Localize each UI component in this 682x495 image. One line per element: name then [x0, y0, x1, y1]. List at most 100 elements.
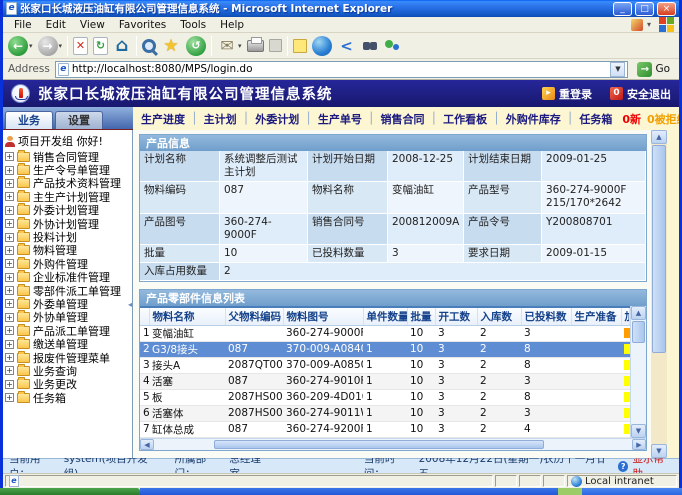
maximize-button[interactable]: □ [635, 2, 654, 16]
expand-icon[interactable]: + [5, 380, 14, 389]
col-1[interactable]: 物料名称 [149, 307, 225, 325]
scroll-up-icon[interactable]: ▲ [631, 306, 646, 320]
scroll-down-icon[interactable]: ▼ [631, 424, 646, 438]
parts-hscrollbar[interactable]: ◀ ▶ [140, 438, 646, 450]
col-5[interactable]: 批量 [407, 307, 435, 325]
table-row[interactable]: 2G3/8接头087370-009-A084011032820 % [140, 341, 630, 357]
expand-icon[interactable]: + [5, 326, 14, 335]
table-row[interactable]: 6活塞体2087HS002360-274-9011W11032320 % [140, 405, 630, 421]
expand-icon[interactable]: + [5, 206, 14, 215]
expand-icon[interactable]: + [5, 246, 14, 255]
address-dropdown-icon[interactable]: ▼ [610, 62, 625, 77]
col-8[interactable]: 已投料数 [521, 307, 571, 325]
col-3[interactable]: 物料图号 [283, 307, 363, 325]
tab-业务[interactable]: 业务 [5, 111, 53, 129]
expand-icon[interactable]: + [5, 286, 14, 295]
scroll-up-icon[interactable]: ▲ [651, 130, 667, 144]
table-row[interactable]: 3接头A2087QT002370-009-A085011032820 % [140, 357, 630, 373]
expand-icon[interactable]: + [5, 259, 14, 268]
forward-button[interactable]: →▾ [38, 36, 63, 56]
quill-button[interactable]: < [337, 36, 357, 56]
url-text[interactable]: http://localhost:8080/MPS/login.do [72, 63, 608, 75]
splitter-collapse-icon[interactable]: ◂ [128, 300, 132, 309]
windows-taskbar[interactable] [0, 488, 682, 495]
tree-root[interactable]: 项目开发组 你好! [3, 132, 132, 150]
table-row[interactable]: 5板2087HS002360-209-4D01011032820 % [140, 389, 630, 405]
menu-tools[interactable]: Tools [173, 19, 213, 31]
close-button[interactable]: × [657, 2, 676, 16]
expand-icon[interactable]: + [5, 219, 14, 228]
menu-favorites[interactable]: Favorites [112, 19, 173, 31]
research-button[interactable] [362, 40, 378, 52]
expand-icon[interactable]: + [5, 233, 14, 242]
dropdown-icon[interactable]: ▾ [238, 42, 242, 50]
messenger-button[interactable] [383, 36, 401, 56]
minimize-button[interactable]: _ [613, 2, 632, 16]
expand-icon[interactable]: + [5, 273, 14, 282]
start-button[interactable] [0, 488, 140, 495]
nav-item-3[interactable]: 外委计划 [255, 111, 299, 127]
nav-item-4[interactable]: 生产单号 [318, 111, 362, 127]
addon-icon[interactable] [631, 19, 643, 31]
expand-icon[interactable]: + [5, 192, 14, 201]
col-9[interactable]: 生产准备 [571, 307, 621, 325]
menu-file[interactable]: File [7, 19, 39, 31]
note-button[interactable] [293, 39, 307, 53]
expand-icon[interactable]: + [5, 340, 14, 349]
expand-icon[interactable]: + [5, 179, 14, 188]
tree-item-19[interactable]: +任务箱 [3, 391, 132, 404]
nav-item-1[interactable]: 生产进度 [141, 111, 185, 127]
dropdown-icon[interactable]: ▾ [59, 42, 63, 50]
nav-item-5[interactable]: 销售合同 [381, 111, 425, 127]
col-7[interactable]: 入库数 [477, 307, 521, 325]
address-field[interactable]: e http://localhost:8080/MPS/login.do ▼ [55, 61, 629, 78]
go-button[interactable]: → Go [633, 62, 674, 77]
expand-icon[interactable]: + [5, 353, 14, 362]
scroll-down-icon[interactable]: ▼ [651, 444, 667, 458]
tab-设置[interactable]: 设置 [55, 111, 103, 129]
menu-edit[interactable]: Edit [39, 19, 73, 31]
nav-item-7[interactable]: 外购件库存 [506, 111, 561, 127]
expand-icon[interactable]: + [5, 393, 14, 402]
parts-vscrollbar[interactable]: ▲ ▼ [630, 306, 646, 438]
web-globe-button[interactable] [312, 36, 332, 56]
help-icon[interactable]: ? [618, 461, 629, 472]
parts-vscroll-thumb[interactable] [632, 321, 645, 343]
nav-item-8[interactable]: 任务箱 [579, 111, 612, 127]
nav-item-6[interactable]: 工作看板 [443, 111, 487, 127]
col-2[interactable]: 父物料编码 [225, 307, 283, 325]
addon-dropdown-icon[interactable]: ▾ [647, 20, 651, 29]
mail-button[interactable]: ✉▾ [217, 36, 242, 56]
table-row[interactable]: 4活塞087360-274-9010F11032320 % [140, 373, 630, 389]
expand-icon[interactable]: + [5, 366, 14, 375]
print-button[interactable] [247, 40, 264, 52]
expand-icon[interactable]: + [5, 166, 14, 175]
menu-view[interactable]: View [73, 19, 112, 31]
relogin-button[interactable]: ▸ 重登录 [542, 86, 592, 102]
nav-item-2[interactable]: 主计划 [204, 111, 237, 127]
search-button[interactable] [142, 39, 156, 53]
scroll-left-icon[interactable]: ◀ [140, 439, 154, 450]
expand-icon[interactable]: + [5, 313, 14, 322]
dropdown-icon[interactable]: ▾ [29, 42, 33, 50]
col-6[interactable]: 开工数 [435, 307, 477, 325]
col-4[interactable]: 单件数量 [363, 307, 407, 325]
col-10[interactable]: 加工进度 [621, 307, 630, 325]
history-button[interactable]: ↺ [186, 36, 206, 56]
expand-icon[interactable]: + [5, 152, 14, 161]
table-row[interactable]: 7缸体总成087360-274-9200F11032419 % [140, 421, 630, 437]
parts-hscroll-thumb[interactable] [214, 440, 544, 449]
scroll-right-icon[interactable]: ▶ [632, 439, 646, 450]
tree-item-18[interactable]: +业务更改 [3, 378, 132, 391]
page-vscroll-thumb[interactable] [652, 145, 666, 353]
stop-button[interactable]: ✕ [73, 37, 88, 55]
menu-help[interactable]: Help [213, 19, 251, 31]
page-vscrollbar[interactable]: ▲ ▼ [651, 130, 667, 458]
home-button[interactable]: ⌂ [113, 36, 131, 56]
table-row[interactable]: 1变幅油缸360-274-9000F1032329 % [140, 325, 630, 341]
favorites-button[interactable]: ★ [161, 36, 181, 56]
edit-button[interactable] [269, 39, 282, 52]
logout-button[interactable]: 0 安全退出 [610, 86, 671, 102]
back-button[interactable]: ←▾ [8, 36, 33, 56]
refresh-button[interactable]: ↻ [93, 37, 108, 55]
